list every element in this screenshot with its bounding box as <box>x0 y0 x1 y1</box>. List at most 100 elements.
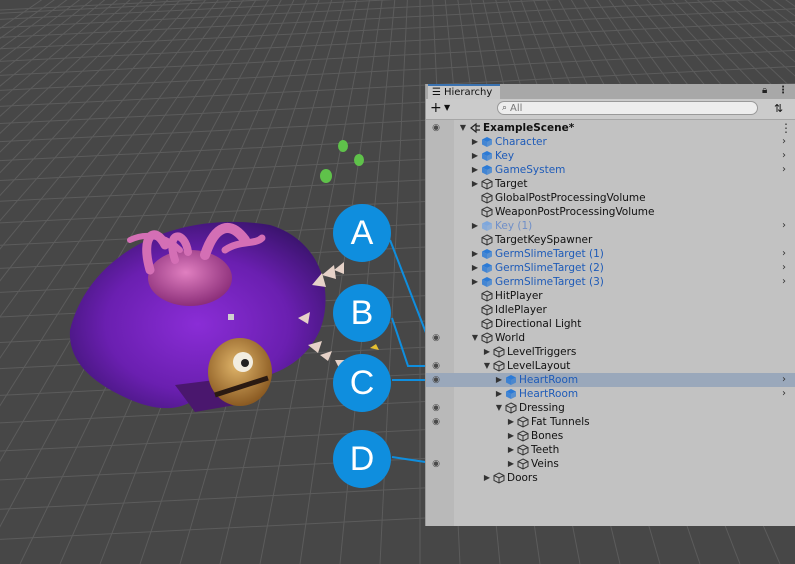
expand-right-icon[interactable]: ▶ <box>482 345 492 359</box>
eye-icon[interactable]: ◉ <box>428 359 444 373</box>
chevron-right-icon[interactable]: › <box>782 135 792 149</box>
hierarchy-row[interactable]: ▶ Key (1) › <box>426 219 795 233</box>
kebab-menu-icon[interactable]: ⋮ <box>780 121 792 135</box>
list-icon: ☰ <box>432 87 441 98</box>
hierarchy-row[interactable]: GlobalPostProcessingVolume <box>426 191 795 205</box>
expand-down-icon[interactable]: ▼ <box>494 401 504 415</box>
hierarchy-row[interactable]: ◉ ▼ LevelLayout <box>426 359 795 373</box>
hierarchy-row[interactable]: ▶ GermSlimeTarget (2) › <box>426 261 795 275</box>
hierarchy-row[interactable]: ◉ ▶ Veins <box>426 457 795 471</box>
expand-right-icon[interactable]: ▶ <box>470 149 480 163</box>
blue-cube-icon <box>481 220 493 232</box>
cube-outline-icon <box>481 234 493 246</box>
expand-right-icon[interactable]: ▶ <box>470 135 480 149</box>
eye-icon[interactable]: ◉ <box>428 415 444 429</box>
blue-cube-icon <box>481 164 493 176</box>
expand-right-icon[interactable]: ▶ <box>506 457 516 471</box>
row-label: LevelLayout <box>507 360 571 372</box>
scene-icon <box>469 122 481 134</box>
expand-right-icon[interactable]: ▶ <box>470 219 480 233</box>
hierarchy-row[interactable]: HitPlayer <box>426 289 795 303</box>
chevron-right-icon[interactable]: › <box>782 387 792 401</box>
row-label: Dressing <box>519 402 565 414</box>
hierarchy-row[interactable]: ▶ Key › <box>426 149 795 163</box>
chevron-right-icon[interactable]: › <box>782 219 792 233</box>
search-input[interactable] <box>510 102 731 114</box>
hierarchy-row[interactable]: ▶ Target <box>426 177 795 191</box>
cube-outline-icon <box>481 178 493 190</box>
hierarchy-row[interactable]: ◉ ▼ World <box>426 331 795 345</box>
expand-down-icon[interactable]: ▼ <box>482 359 492 373</box>
eye-icon[interactable]: ◉ <box>428 331 444 345</box>
expand-right-icon[interactable]: ▶ <box>470 247 480 261</box>
eye-icon[interactable]: ◉ <box>428 457 444 471</box>
hierarchy-row[interactable]: IdlePlayer <box>426 303 795 317</box>
cube-outline-icon <box>493 346 505 358</box>
hierarchy-row[interactable]: TargetKeySpawner <box>426 233 795 247</box>
hierarchy-row[interactable]: Directional Light <box>426 317 795 331</box>
callout-c: C <box>333 354 391 412</box>
scene-visibility-toggle-icon[interactable]: ⇅ <box>774 102 783 115</box>
search-icon: ⌕ <box>502 103 508 113</box>
eye-icon[interactable]: ◉ <box>428 121 444 135</box>
lock-icon[interactable]: 🔒︎ <box>762 85 767 96</box>
eye-icon[interactable]: ◉ <box>428 373 444 387</box>
chevron-right-icon[interactable]: › <box>782 163 792 177</box>
chevron-right-icon[interactable]: › <box>782 149 792 163</box>
callout-b: B <box>333 284 391 342</box>
tab-hierarchy[interactable]: ☰ Hierarchy <box>428 84 501 99</box>
expand-right-icon[interactable]: ▶ <box>482 471 492 485</box>
chevron-down-icon[interactable]: ▼ <box>444 103 450 112</box>
search-field[interactable]: ⌕ <box>497 101 758 115</box>
chevron-right-icon[interactable]: › <box>782 373 792 387</box>
row-label: Character <box>495 136 547 148</box>
row-label: GermSlimeTarget (1) <box>495 248 604 260</box>
expand-right-icon[interactable]: ▶ <box>470 275 480 289</box>
hierarchy-row[interactable]: ▶ Doors <box>426 471 795 485</box>
blue-cube-icon <box>505 374 517 386</box>
cube-outline-icon <box>481 192 493 204</box>
row-label: WeaponPostProcessingVolume <box>495 206 655 218</box>
hierarchy-row[interactable]: WeaponPostProcessingVolume <box>426 205 795 219</box>
hierarchy-row[interactable]: ◉ ▶ HeartRoom › <box>426 373 795 387</box>
hierarchy-row[interactable]: ◉ ▶ Fat Tunnels <box>426 415 795 429</box>
expand-right-icon[interactable]: ▶ <box>506 443 516 457</box>
expand-right-icon[interactable]: ▶ <box>506 415 516 429</box>
cube-outline-icon <box>517 416 529 428</box>
hierarchy-row[interactable]: ▶ HeartRoom › <box>426 387 795 401</box>
chevron-right-icon[interactable]: › <box>782 275 792 289</box>
row-label: Doors <box>507 472 538 484</box>
hierarchy-row[interactable]: ▶ GermSlimeTarget (3) › <box>426 275 795 289</box>
hierarchy-row[interactable]: ▶ GermSlimeTarget (1) › <box>426 247 795 261</box>
scene-row[interactable]: ◉ ▼ ExampleScene* ⋮ <box>426 121 795 135</box>
expand-down-icon[interactable]: ▼ <box>470 331 480 345</box>
row-label: ExampleScene* <box>483 122 575 134</box>
kebab-menu-icon[interactable]: ⋮ <box>778 85 788 96</box>
row-label: World <box>495 332 526 344</box>
expand-right-icon[interactable]: ▶ <box>506 429 516 443</box>
callout-a: A <box>333 204 391 262</box>
expand-right-icon[interactable]: ▶ <box>470 261 480 275</box>
hierarchy-row[interactable]: ▶ Bones <box>426 429 795 443</box>
chevron-right-icon[interactable]: › <box>782 261 792 275</box>
expand-right-icon[interactable]: ▶ <box>470 163 480 177</box>
cube-outline-icon <box>505 402 517 414</box>
hierarchy-row[interactable]: ▶ GameSystem › <box>426 163 795 177</box>
row-label: Key (1) <box>495 220 533 232</box>
expand-right-icon[interactable]: ▶ <box>470 177 480 191</box>
add-button[interactable]: + <box>430 100 442 117</box>
expand-down-icon[interactable]: ▼ <box>458 121 468 135</box>
hierarchy-row[interactable]: ▶ LevelTriggers <box>426 345 795 359</box>
row-label: HitPlayer <box>495 290 543 302</box>
expand-right-icon[interactable]: ▶ <box>494 373 504 387</box>
eye-icon[interactable]: ◉ <box>428 401 444 415</box>
hierarchy-row[interactable]: ▶ Teeth <box>426 443 795 457</box>
row-label: LevelTriggers <box>507 346 577 358</box>
row-label: IdlePlayer <box>495 304 547 316</box>
hierarchy-row[interactable]: ▶ Character › <box>426 135 795 149</box>
row-label: Bones <box>531 430 564 442</box>
hierarchy-row[interactable]: ◉ ▼ Dressing <box>426 401 795 415</box>
chevron-right-icon[interactable]: › <box>782 247 792 261</box>
tab-label: Hierarchy <box>443 87 493 98</box>
expand-right-icon[interactable]: ▶ <box>494 387 504 401</box>
